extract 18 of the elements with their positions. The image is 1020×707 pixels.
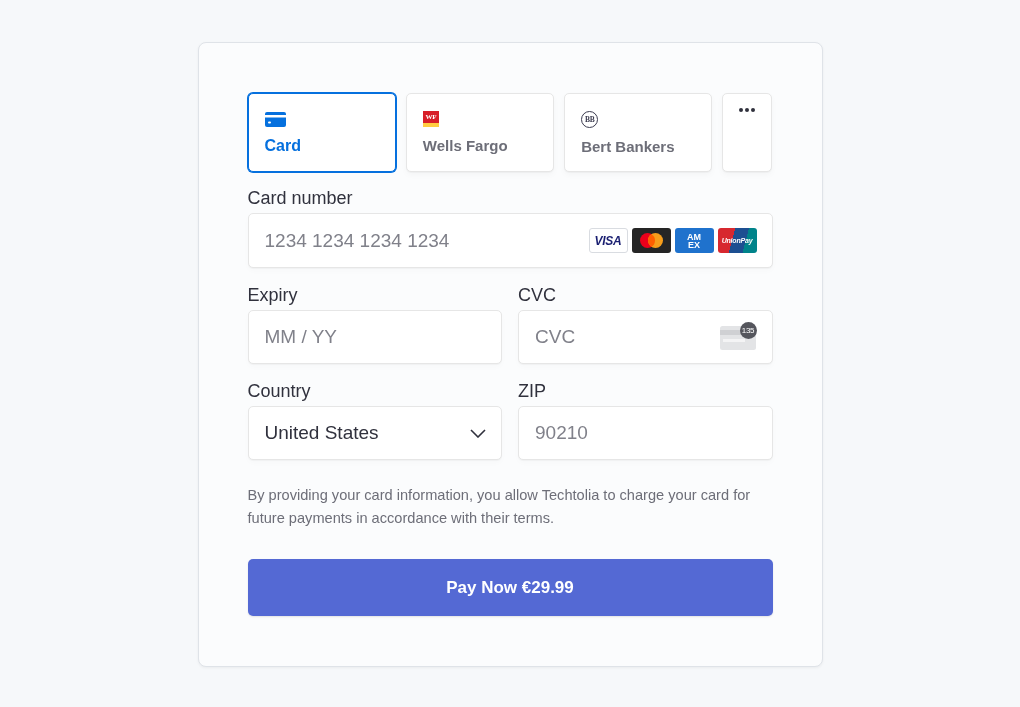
chevron-down-icon bbox=[470, 428, 486, 438]
expiry-input[interactable]: MM / YY bbox=[247, 310, 502, 364]
country-select[interactable]: United States bbox=[247, 406, 502, 460]
field-label: Card number bbox=[247, 187, 354, 209]
field-label: Country bbox=[247, 380, 312, 402]
field-label: ZIP bbox=[518, 380, 547, 402]
credit-card-icon bbox=[264, 112, 286, 127]
pay-button[interactable]: Pay Now €29.99 bbox=[247, 559, 773, 616]
field-label: Expiry bbox=[247, 284, 299, 306]
consent-text: By providing your card information, you allow Techtolia to charge your card for future payments in accordance with their terms. bbox=[247, 486, 752, 528]
card-brand-logo: VISA bbox=[588, 228, 628, 253]
card-brand-logo: AMEX bbox=[674, 228, 714, 253]
more-options-icon bbox=[739, 108, 756, 112]
payment-method-tab[interactable] bbox=[722, 93, 773, 172]
field-label: CVC bbox=[518, 284, 557, 306]
zip-input[interactable]: 90210 bbox=[518, 406, 773, 460]
payment-method-tab[interactable]: Card bbox=[247, 93, 396, 172]
overlapping-circles-icon bbox=[631, 228, 671, 253]
